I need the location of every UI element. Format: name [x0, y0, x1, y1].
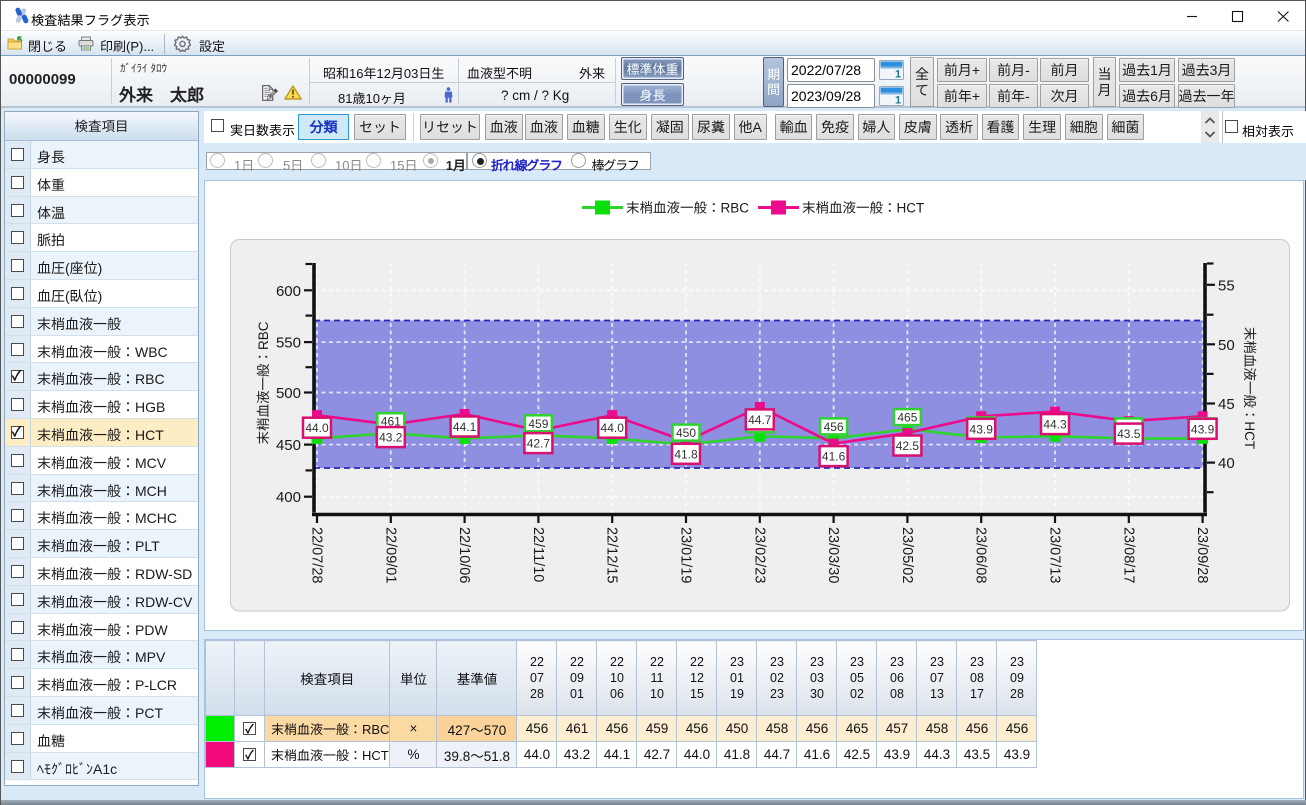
svg-text:43.2: 43.2: [379, 431, 403, 445]
svg-text:44.0: 44.0: [601, 421, 625, 435]
svg-text:末梢血液一般：HCT: 末梢血液一般：HCT: [802, 201, 924, 216]
svg-text:41.6: 41.6: [822, 450, 846, 464]
svg-text:22/12/15: 22/12/15: [604, 527, 620, 583]
svg-text:23/03/30: 23/03/30: [825, 527, 841, 583]
svg-text:1: 1: [895, 69, 901, 81]
svg-text:400: 400: [276, 489, 301, 506]
svg-text:600: 600: [276, 283, 301, 300]
svg-text:40: 40: [1218, 455, 1235, 472]
svg-text:55: 55: [1218, 277, 1235, 294]
svg-text:550: 550: [276, 335, 301, 352]
svg-text:45: 45: [1218, 396, 1235, 413]
svg-text:450: 450: [676, 426, 696, 440]
svg-text:23/06/08: 23/06/08: [973, 527, 989, 583]
svg-text:456: 456: [824, 420, 844, 434]
svg-text:465: 465: [897, 411, 917, 425]
svg-text:1: 1: [895, 95, 901, 107]
svg-text:22/07/28: 22/07/28: [309, 527, 325, 583]
svg-text:459: 459: [528, 417, 548, 431]
svg-text:末梢血液一般：HCT: 末梢血液一般：HCT: [1242, 327, 1257, 449]
svg-text:44.1: 44.1: [453, 420, 477, 434]
svg-text:42.5: 42.5: [896, 439, 920, 453]
svg-text:50: 50: [1218, 337, 1235, 354]
svg-text:23/08/17: 23/08/17: [1120, 527, 1136, 583]
svg-text:22/11/10: 22/11/10: [530, 527, 546, 582]
svg-text:450: 450: [276, 437, 301, 454]
svg-text:末梢血液一般：RBC: 末梢血液一般：RBC: [626, 201, 749, 216]
svg-text:44.0: 44.0: [305, 421, 329, 435]
svg-text:43.5: 43.5: [1117, 427, 1141, 441]
svg-text:43.9: 43.9: [1191, 422, 1215, 436]
svg-text:23/05/02: 23/05/02: [899, 527, 915, 583]
svg-text:41.8: 41.8: [674, 447, 698, 461]
svg-text:44.3: 44.3: [1043, 418, 1067, 432]
svg-text:500: 500: [276, 385, 301, 402]
svg-text:23/01/19: 23/01/19: [678, 527, 694, 583]
svg-text:43.9: 43.9: [970, 422, 994, 436]
svg-text:22/09/01: 22/09/01: [382, 527, 398, 583]
svg-text:42.7: 42.7: [527, 437, 551, 451]
svg-text:23/07/13: 23/07/13: [1047, 527, 1063, 583]
svg-text:23/02/23: 23/02/23: [751, 527, 767, 583]
svg-text:22/10/06: 22/10/06: [456, 527, 472, 583]
svg-text:44.7: 44.7: [748, 413, 772, 427]
svg-text:23/09/28: 23/09/28: [1194, 527, 1210, 583]
svg-text:末梢血液一般：RBC: 末梢血液一般：RBC: [256, 321, 271, 444]
